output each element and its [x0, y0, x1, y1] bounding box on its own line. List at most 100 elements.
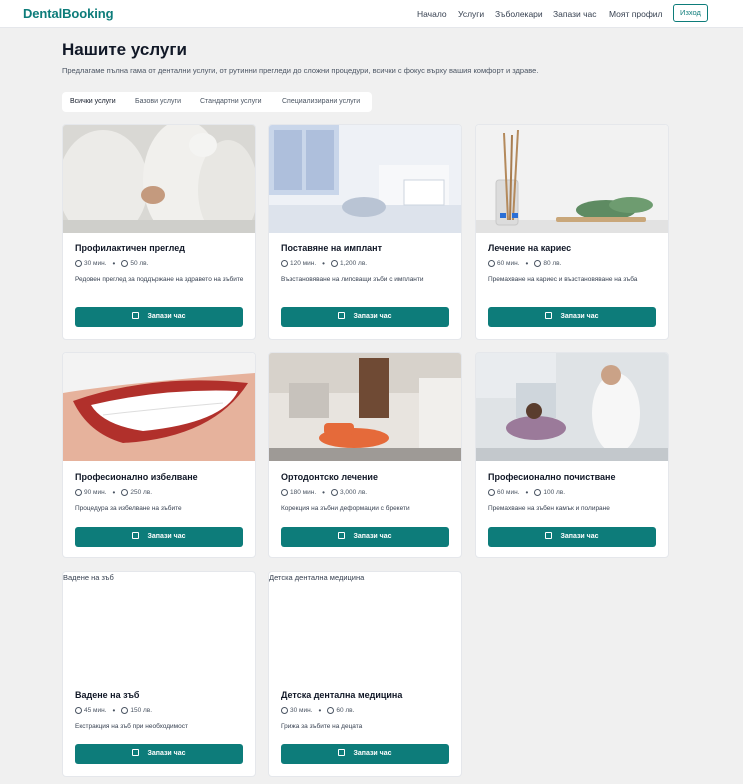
service-duration: 60 мин. — [497, 260, 520, 267]
book-button[interactable]: Запази час — [75, 307, 243, 327]
calendar-icon — [338, 749, 346, 756]
service-tabs: Всички услуги Базови услуги Стандартни у… — [62, 92, 372, 112]
service-price: 80 лв. — [543, 260, 562, 267]
service-image — [269, 353, 461, 461]
service-duration: 60 мин. — [497, 489, 520, 496]
clock-icon — [488, 260, 495, 267]
price-icon — [534, 489, 542, 496]
book-button-label: Запази час — [560, 313, 599, 320]
service-meta: 30 мин. • 60 лв. — [281, 706, 354, 715]
calendar-icon — [132, 532, 140, 539]
book-button-label: Запази час — [147, 313, 186, 320]
book-button[interactable]: Запази час — [75, 744, 243, 764]
calendar-icon — [132, 312, 140, 319]
tab-standard-services[interactable]: Стандартни услуги — [200, 92, 262, 112]
book-button[interactable]: Запази час — [281, 527, 449, 547]
price-icon — [327, 707, 335, 714]
service-title: Профилактичен преглед — [75, 243, 185, 253]
logout-button[interactable]: Изход — [673, 4, 708, 22]
price-icon — [121, 489, 129, 496]
price-icon — [534, 260, 542, 267]
service-image: Детска дентална медицина — [269, 572, 461, 680]
clock-icon — [281, 707, 288, 714]
service-price: 100 лв. — [543, 489, 566, 496]
service-duration: 180 мин. — [290, 489, 317, 496]
service-card: Професионално избелване 90 мин. • 250 лв… — [62, 352, 256, 558]
clock-icon — [281, 260, 288, 267]
book-button[interactable]: Запази час — [488, 307, 656, 327]
service-duration: 90 мин. — [84, 489, 107, 496]
service-duration: 30 мин. — [84, 260, 107, 267]
service-card: Лечение на кариес 60 мин. • 80 лв. Према… — [475, 124, 669, 340]
service-meta: 45 мин. • 150 лв. — [75, 706, 152, 715]
tab-all-services[interactable]: Всички услуги — [70, 92, 116, 112]
service-meta: 60 мин. • 100 лв. — [488, 488, 565, 497]
book-button[interactable]: Запази час — [281, 307, 449, 327]
clock-icon — [75, 260, 82, 267]
price-icon — [330, 260, 338, 267]
service-title: Детска дентална медицина — [281, 690, 403, 700]
service-duration: 45 мин. — [84, 707, 107, 714]
service-card: Детска дентална медицина Детска дентална… — [268, 571, 462, 777]
service-price: 50 лв. — [130, 260, 149, 267]
book-button-label: Запази час — [147, 533, 186, 540]
service-meta: 30 мин. • 50 лв. — [75, 259, 148, 268]
service-card: Ортодонтско лечение 180 мин. • 3,000 лв.… — [268, 352, 462, 558]
book-button[interactable]: Запази час — [488, 527, 656, 547]
calendar-icon — [338, 312, 346, 319]
service-title: Поставяне на имплант — [281, 243, 383, 253]
service-description: Възстановяване на липсващи зъби с имплан… — [281, 276, 424, 283]
service-price: 150 лв. — [130, 707, 153, 714]
service-description: Процедура за избелване на зъбите — [75, 505, 182, 512]
calendar-icon — [338, 532, 346, 539]
price-icon — [121, 260, 129, 267]
service-duration: 120 мин. — [290, 260, 317, 267]
service-description: Грижа за зъбите на децата — [281, 723, 363, 730]
image-alt-text: Вадене на зъб — [63, 573, 114, 582]
nav-link-home[interactable]: Начало — [417, 9, 447, 19]
page-subtitle: Предлагаме пълна гама от дентални услуги… — [62, 66, 539, 75]
service-card: Профилактичен преглед 30 мин. • 50 лв. Р… — [62, 124, 256, 340]
price-icon — [121, 707, 129, 714]
service-image: Вадене на зъб — [63, 572, 255, 680]
tab-basic-services[interactable]: Базови услуги — [135, 92, 181, 112]
service-title: Вадене на зъб — [75, 690, 140, 700]
clock-icon — [488, 489, 495, 496]
service-card: Вадене на зъб Вадене на зъб 45 мин. • 15… — [62, 571, 256, 777]
service-card: Професионално почистване 60 мин. • 100 л… — [475, 352, 669, 558]
nav-link-dentists[interactable]: Зъболекари — [495, 9, 543, 19]
price-icon — [330, 489, 338, 496]
service-duration: 30 мин. — [290, 707, 313, 714]
nav-link-profile[interactable]: Моят профил — [609, 9, 663, 19]
book-button-label: Запази час — [147, 750, 186, 757]
navbar: DentalBooking Начало Услуги Зъболекари З… — [0, 0, 743, 28]
service-description: Премахване на зъбен камък и полиране — [488, 505, 610, 512]
image-alt-text: Детска дентална медицина — [269, 573, 365, 582]
service-title: Ортодонтско лечение — [281, 472, 378, 482]
service-description: Корекция на зъбни деформации с брекети — [281, 505, 410, 512]
calendar-icon — [545, 312, 553, 319]
calendar-icon — [545, 532, 553, 539]
service-image — [476, 353, 668, 461]
service-image — [476, 125, 668, 233]
service-title: Лечение на кариес — [488, 243, 572, 253]
service-meta: 180 мин. • 3,000 лв. — [281, 488, 367, 497]
book-button-label: Запази час — [560, 533, 599, 540]
book-button-label: Запази час — [353, 313, 392, 320]
service-title: Професионално избелване — [75, 472, 198, 482]
book-button[interactable]: Запази час — [281, 744, 449, 764]
nav-link-services[interactable]: Услуги — [458, 9, 484, 19]
book-button[interactable]: Запази час — [75, 527, 243, 547]
clock-icon — [281, 489, 288, 496]
service-price: 3,000 лв. — [339, 489, 368, 496]
page-title: Нашите услуги — [62, 40, 187, 59]
service-description: Редовен преглед за поддържане на здравет… — [75, 276, 244, 283]
clock-icon — [75, 489, 82, 496]
brand-logo[interactable]: DentalBooking — [23, 6, 114, 21]
tab-specialized-services[interactable]: Специализирани услуги — [282, 92, 360, 112]
service-card: Поставяне на имплант 120 мин. • 1,200 лв… — [268, 124, 462, 340]
service-image — [63, 353, 255, 461]
book-button-label: Запази час — [353, 750, 392, 757]
nav-link-book[interactable]: Запази час — [553, 9, 597, 19]
service-price: 60 лв. — [336, 707, 355, 714]
